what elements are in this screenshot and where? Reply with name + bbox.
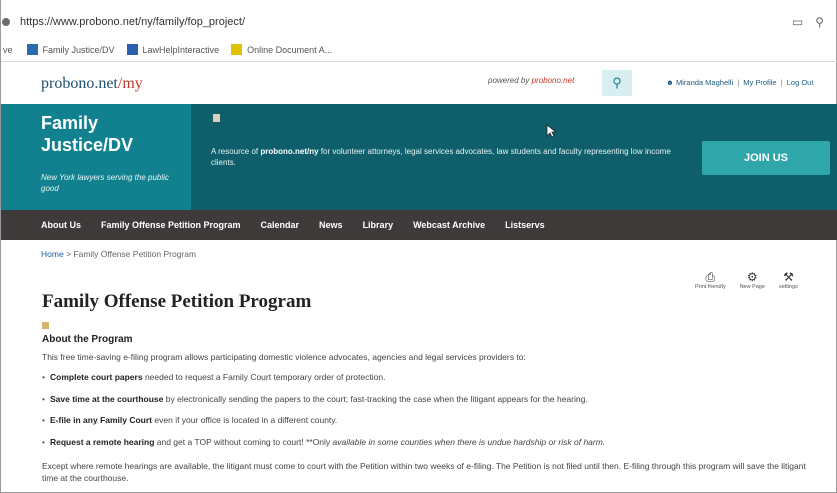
address-bar[interactable]: https://www.probono.net/ny/family/fop_pr… [1, 8, 837, 36]
browser-window: https://www.probono.net/ny/family/fop_pr… [0, 0, 837, 493]
zoom-icon[interactable]: ⚲ [815, 15, 824, 29]
bookmark-family-justice[interactable]: Family Justice/DV [26, 44, 115, 55]
nav-calendar[interactable]: Calendar [261, 220, 300, 230]
list-item: • Request a remote hearing and get a TOP … [42, 436, 606, 447]
search-button[interactable]: ⚲ [602, 70, 632, 96]
breadcrumb: Home > Family Offense Petition Program [41, 249, 197, 259]
feature-list: • Complete court papers needed to request… [42, 372, 822, 458]
search-icon: ⚲ [612, 75, 622, 90]
hero-banner: Family Justice/DV New York lawyers servi… [1, 104, 837, 210]
bookmark-favicon-icon [26, 44, 38, 55]
nav-family-offense-petition-program[interactable]: Family Offense Petition Program [101, 220, 241, 230]
printer-icon: ⎙ [705, 270, 716, 284]
page-tools: ⎙ Print friendly ⚙ New Page ⚒ settings [695, 270, 798, 290]
breadcrumb-current: Family Offense Petition Program [73, 249, 197, 259]
list-item: • E-file in any Family Court even if your… [42, 415, 338, 425]
bullet-icon: • [42, 372, 45, 382]
account-user-link[interactable]: Miranda Maghelli [676, 78, 733, 87]
print-friendly-button[interactable]: ⎙ Print friendly [695, 270, 726, 290]
banner-title-panel: Family Justice/DV New York lawyers servi… [1, 104, 191, 210]
reader-view-icon[interactable]: ▭ [792, 15, 803, 29]
site-header: probono.net/my powered by probono.net ⚲ … [1, 64, 837, 104]
list-item: • Complete court papers needed to request… [42, 372, 386, 382]
nav-webcast-archive[interactable]: Webcast Archive [413, 220, 485, 230]
site-logo[interactable]: probono.net/my [41, 75, 143, 93]
bullet-icon: • [42, 436, 45, 447]
nav-about-us[interactable]: About Us [41, 220, 81, 230]
breadcrumb-home-link[interactable]: Home [41, 249, 64, 259]
join-us-button[interactable]: JOIN US [702, 141, 830, 175]
bookmark-online-document[interactable]: Online Document A... [231, 44, 332, 55]
bookmark-favicon-icon [126, 44, 138, 55]
outro-text: Except where remote hearings are availab… [42, 461, 806, 483]
bookmark-item[interactable]: ve [3, 45, 13, 55]
account-links: ☻ Miranda Maghelli | My Profile | Log Ou… [666, 78, 814, 87]
banner-description: A resource of probono.net/ny for volunte… [211, 147, 671, 167]
url-text[interactable]: https://www.probono.net/ny/family/fop_pr… [20, 16, 792, 28]
my-profile-link[interactable]: My Profile [743, 78, 776, 87]
nav-listservs[interactable]: Listservs [505, 220, 545, 230]
image-placeholder-icon [213, 114, 220, 122]
section-heading: About the Program [42, 334, 133, 345]
nav-library[interactable]: Library [363, 220, 394, 230]
bullet-icon: • [42, 415, 45, 425]
mouse-cursor-icon [546, 124, 556, 138]
intro-text: This free time-saving e-filing program a… [42, 352, 526, 362]
tools-icon: ⚒ [783, 270, 794, 284]
list-item: • Save time at the courthouse by electron… [42, 393, 588, 404]
bullet-icon: • [42, 393, 45, 404]
nav-news[interactable]: News [319, 220, 343, 230]
banner-tagline: New York lawyers serving the public good [41, 173, 169, 193]
gear-icon: ⚙ [746, 270, 758, 284]
bookmark-favicon-icon [231, 44, 243, 55]
log-out-link[interactable]: Log Out [787, 78, 814, 87]
page-title: Family Offense Petition Program [42, 291, 312, 312]
settings-button[interactable]: ⚒ settings [779, 270, 798, 290]
banner-title: Family Justice/DV [41, 113, 134, 155]
new-page-button[interactable]: ⚙ New Page [740, 270, 765, 290]
main-nav: About Us Family Offense Petition Program… [1, 210, 837, 240]
bookmarks-bar: ve Family Justice/DV LawHelpInteractive … [1, 38, 837, 62]
site-info-icon[interactable] [2, 18, 10, 26]
edit-icon[interactable] [42, 322, 49, 329]
powered-by: powered by probono.net [488, 76, 575, 85]
bookmark-lawhelp[interactable]: LawHelpInteractive [126, 44, 219, 55]
user-icon: ☻ [666, 78, 674, 87]
